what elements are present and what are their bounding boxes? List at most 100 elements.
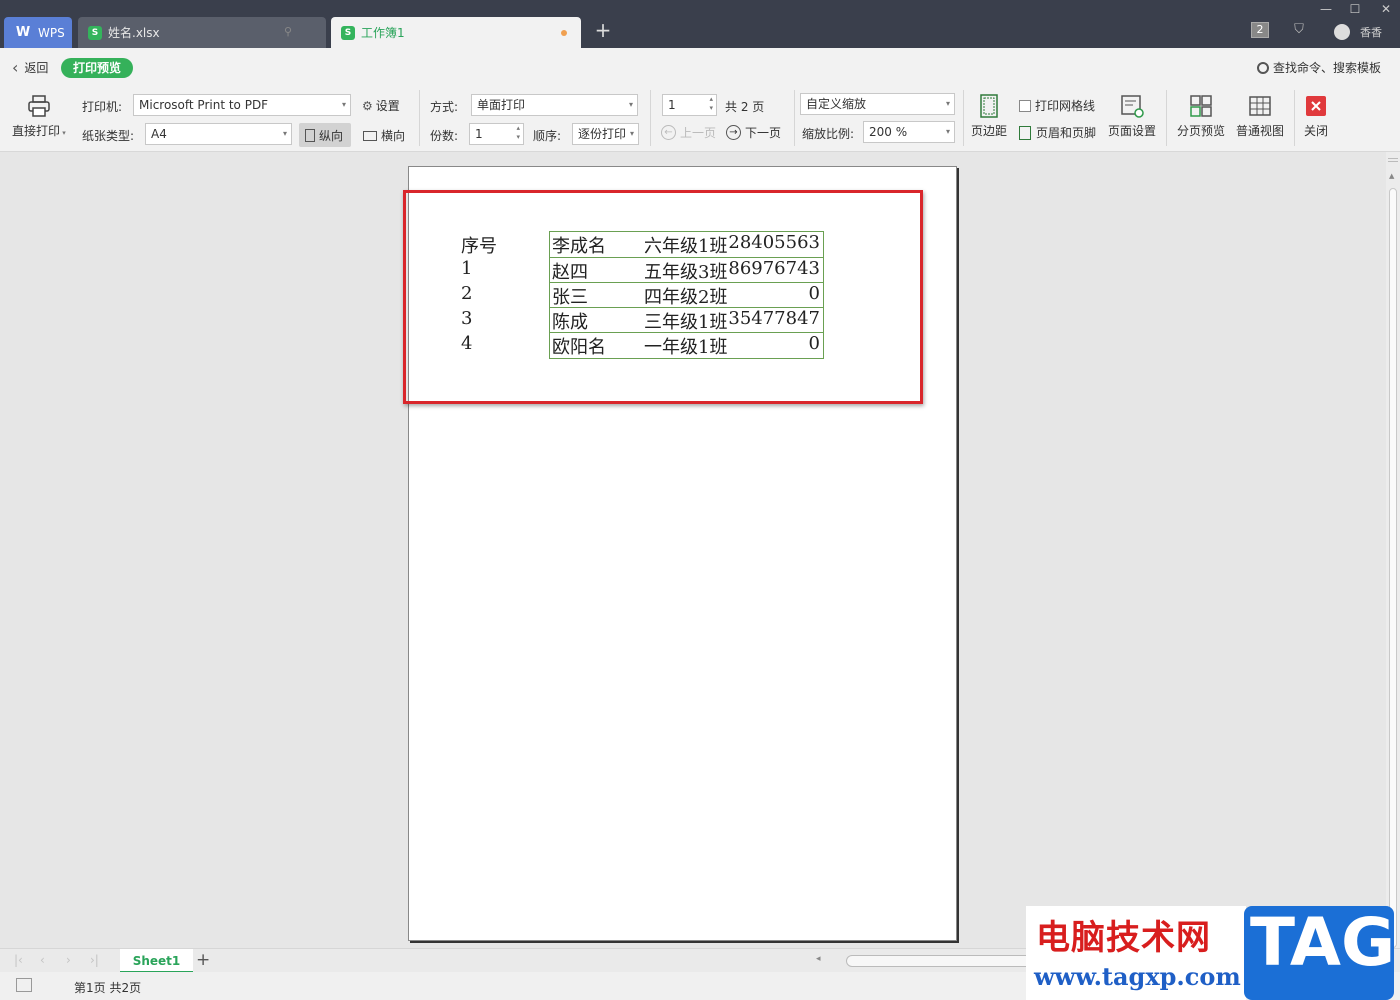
tab-label: WPS [38, 25, 65, 40]
arrow-left-icon: ← [661, 125, 676, 140]
tab-sheet1[interactable]: Sheet1 [120, 949, 193, 973]
copies-label: 份数: [430, 129, 459, 143]
printer-icon [27, 94, 51, 118]
close-window-button[interactable]: ✕ [1378, 2, 1394, 16]
print-gridlines-label: 打印网格线 [1035, 99, 1096, 113]
page-setup-label: 页面设置 [1108, 124, 1157, 138]
direct-print-label: 直接打印 [12, 124, 61, 138]
watermark-title: 电脑技术网 [1036, 918, 1211, 958]
vertical-scrollbar[interactable]: ▲ [1386, 152, 1400, 948]
print-preview-toolbar: 直接打印 ▾ 打印机: Microsoft Print to PDF ▾ ⚙ 设置… [0, 86, 1400, 152]
close-preview-button[interactable]: 关闭 [1304, 94, 1328, 139]
paper-type-select[interactable]: A4 ▾ [145, 123, 292, 145]
scale-mode-value: 自定义缩放 [806, 97, 867, 111]
toolbar-divider [1294, 90, 1295, 146]
scale-value-select[interactable]: 200 % ▾ [863, 121, 955, 143]
tab-label: 姓名.xlsx [108, 26, 160, 40]
next-page-button[interactable]: → 下一页 [726, 124, 781, 141]
tab-workbook1[interactable]: S 工作簿1 [331, 17, 581, 48]
scroll-up-icon[interactable]: ▲ [1389, 172, 1394, 180]
command-search[interactable]: 查找命令、搜索模板 [1257, 59, 1381, 76]
stepper-arrows-icon[interactable]: ▴ ▾ [516, 124, 520, 142]
prev-page-button[interactable]: ← 上一页 [661, 124, 716, 141]
landscape-button[interactable]: 横向 [363, 127, 405, 144]
page-number-value: 1 [668, 98, 676, 112]
page-break-preview-button[interactable]: 分页预览 [1177, 94, 1225, 139]
landscape-label: 横向 [381, 129, 406, 143]
margins-button[interactable]: 页边距 [971, 94, 1007, 139]
scale-label: 缩放比例: [802, 127, 855, 141]
prev-sheet-icon[interactable]: ‹ [40, 953, 45, 967]
user-name[interactable]: 香香 [1360, 24, 1382, 40]
next-page-label: 下一页 [745, 126, 782, 140]
minimize-button[interactable]: — [1318, 2, 1334, 16]
scroll-grip-icon [1388, 158, 1398, 159]
horizontal-scrollbar[interactable] [846, 955, 1046, 967]
stepper-arrows-icon[interactable]: ▴ ▾ [709, 95, 713, 113]
header-footer-icon [1019, 125, 1031, 140]
printer-settings-button[interactable]: ⚙ 设置 [362, 97, 400, 114]
portrait-icon [305, 129, 315, 142]
paper-type-label: 纸张类型: [82, 129, 135, 143]
print-method-select[interactable]: 单面打印 ▾ [471, 94, 638, 116]
dropdown-arrow-icon: ▾ [945, 99, 950, 108]
page-break-preview-label: 分页预览 [1177, 124, 1226, 138]
normal-view-label: 普通视图 [1236, 124, 1285, 138]
prev-page-label: 上一页 [680, 126, 717, 140]
tab-label: 工作簿1 [361, 26, 405, 40]
header-footer-label: 页眉和页脚 [1036, 126, 1097, 140]
watermark-url: www.tagxp.com [1034, 962, 1241, 991]
scroll-thumb[interactable] [1389, 188, 1397, 948]
checkbox-icon [1019, 99, 1031, 112]
copies-stepper[interactable]: 1 ▴ ▾ [469, 123, 524, 145]
print-order-value: 逐份打印 [578, 127, 627, 141]
portrait-button[interactable]: 纵向 [305, 127, 343, 144]
toolbar-divider [1166, 90, 1167, 146]
scale-mode-select[interactable]: 自定义缩放 ▾ [800, 93, 955, 115]
wps-logo-icon: W [15, 25, 31, 40]
print-gridlines-checkbox[interactable]: 打印网格线 [1019, 97, 1095, 114]
toolbar-divider [650, 90, 651, 146]
settings-icon: ⚙ [362, 98, 373, 113]
last-sheet-icon[interactable]: ›| [90, 953, 99, 967]
printer-select[interactable]: Microsoft Print to PDF ▾ [133, 94, 351, 116]
page-setup-icon [1120, 94, 1144, 118]
copies-value: 1 [475, 127, 483, 141]
dropdown-arrow-icon: ▾ [341, 100, 346, 109]
order-label: 顺序: [533, 129, 562, 143]
total-pages: 共 2 页 [725, 100, 765, 114]
window-count-badge[interactable]: 2 [1251, 22, 1269, 38]
print-order-select[interactable]: 逐份打印 ▾ [572, 123, 639, 145]
page-number-input[interactable]: 1 ▴ ▾ [662, 94, 717, 116]
maximize-button[interactable]: ☐ [1347, 2, 1363, 16]
margins-icon [977, 94, 1001, 118]
highlight-box [403, 190, 923, 404]
back-button[interactable]: ‹ 返回 [12, 58, 48, 77]
header-footer-button[interactable]: 页眉和页脚 [1019, 124, 1096, 141]
printer-settings-label: 设置 [375, 99, 400, 113]
paper-type-value: A4 [151, 127, 167, 141]
page-break-icon [1189, 94, 1213, 118]
new-tab-button[interactable]: + [592, 20, 614, 42]
scale-value: 200 % [869, 125, 908, 139]
pin-icon[interactable]: ⚲ [284, 25, 296, 39]
dropdown-arrow-icon: ▾ [629, 129, 634, 138]
arrow-right-icon: → [726, 125, 741, 140]
skin-icon[interactable]: ⛉ [1290, 22, 1308, 38]
toolbar-divider [963, 90, 964, 146]
normal-view-button[interactable]: 普通视图 [1236, 94, 1284, 139]
add-sheet-button[interactable]: + [196, 950, 210, 970]
toolbar-divider [419, 90, 420, 146]
first-sheet-icon[interactable]: |‹ [14, 953, 23, 967]
scroll-left-icon[interactable]: ◂ [816, 954, 821, 964]
tab-file-xingming[interactable]: S 姓名.xlsx ⚲ [78, 17, 326, 48]
toolbar-divider [794, 90, 795, 146]
tab-wps-home[interactable]: W WPS [4, 17, 72, 48]
dropdown-arrow-icon: ▾ [628, 100, 633, 109]
printer-label: 打印机: [82, 100, 123, 114]
next-sheet-icon[interactable]: › [66, 953, 71, 967]
direct-print-button[interactable]: 直接打印 ▾ [12, 94, 66, 139]
page-setup-button[interactable]: 页面设置 [1108, 94, 1156, 139]
avatar[interactable] [1334, 24, 1350, 40]
macro-icon[interactable] [16, 978, 32, 992]
